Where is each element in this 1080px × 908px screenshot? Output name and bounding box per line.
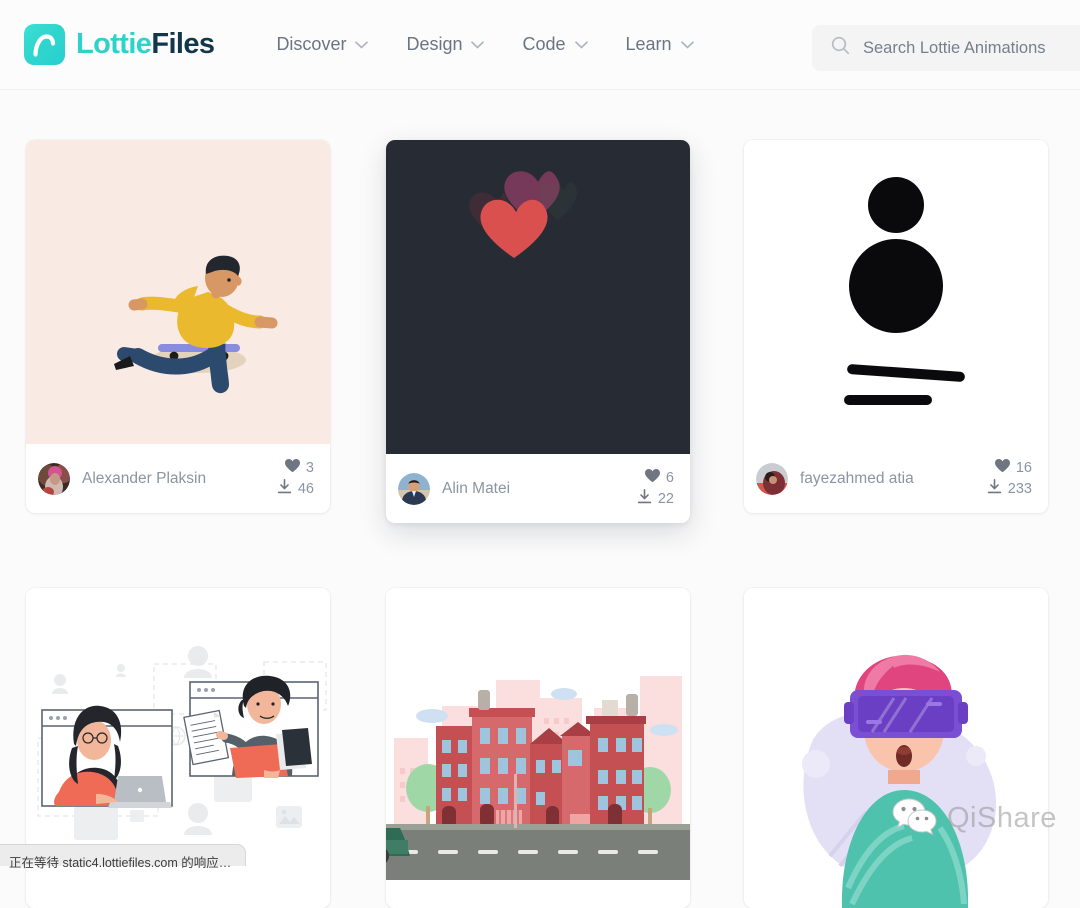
brand-logo[interactable]: LottieFiles bbox=[24, 24, 214, 65]
nav-label: Learn bbox=[626, 34, 672, 55]
city-street-animation-thumbnail[interactable] bbox=[386, 588, 690, 908]
nav-item-learn[interactable]: Learn bbox=[626, 34, 694, 55]
downloads-count: 46 bbox=[298, 481, 314, 497]
download-icon bbox=[987, 479, 1002, 499]
status-text: 正在等待 static4.lottiefiles.com 的响应… bbox=[9, 852, 231, 871]
avatar[interactable] bbox=[38, 463, 70, 495]
likes-count: 16 bbox=[1016, 460, 1032, 476]
balancing-shapes-animation-thumbnail[interactable] bbox=[744, 140, 1048, 444]
heart-icon bbox=[995, 459, 1010, 478]
download-icon bbox=[637, 489, 652, 509]
site-header: LottieFiles Discover Design Code Learn bbox=[0, 0, 1080, 90]
animation-card[interactable]: Alin Matei 6 22 bbox=[386, 140, 690, 523]
nav-item-discover[interactable]: Discover bbox=[276, 34, 368, 55]
downloads-count: 22 bbox=[658, 491, 674, 507]
downloads-stat: 46 bbox=[277, 479, 314, 500]
download-icon bbox=[277, 479, 292, 499]
brand-name-part2: Files bbox=[151, 28, 214, 60]
avatar[interactable] bbox=[398, 473, 430, 505]
chevron-down-icon bbox=[575, 36, 588, 54]
card-stats: 6 22 bbox=[637, 468, 674, 510]
search-bar[interactable] bbox=[812, 25, 1080, 71]
heart-icon bbox=[285, 459, 300, 478]
nav-item-code[interactable]: Code bbox=[522, 34, 587, 55]
author-name[interactable]: fayezahmed atia bbox=[800, 470, 914, 488]
nav-label: Design bbox=[406, 34, 462, 55]
heart-icon bbox=[645, 469, 660, 488]
brand-name: LottieFiles bbox=[76, 28, 214, 61]
skateboarder-animation-thumbnail[interactable] bbox=[26, 140, 330, 444]
card-meta: Alin Matei 6 22 bbox=[386, 454, 690, 523]
card-meta: Alexander Plaksin 3 46 bbox=[26, 444, 330, 513]
main-navigation: Discover Design Code Learn bbox=[276, 34, 731, 55]
animation-card[interactable]: Alexander Plaksin 3 46 bbox=[26, 140, 330, 513]
card-stats: 3 46 bbox=[277, 458, 314, 500]
likes-count: 6 bbox=[666, 470, 674, 486]
likes-stat: 6 bbox=[637, 468, 674, 489]
nav-label: Discover bbox=[276, 34, 346, 55]
hearts-animation-thumbnail[interactable] bbox=[386, 140, 690, 454]
brand-name-part1: Lottie bbox=[76, 28, 151, 60]
likes-stat: 16 bbox=[987, 458, 1032, 479]
author-name[interactable]: Alin Matei bbox=[442, 480, 510, 498]
animation-card[interactable] bbox=[744, 588, 1048, 908]
chevron-down-icon bbox=[355, 36, 368, 54]
downloads-stat: 22 bbox=[637, 489, 674, 510]
card-meta: fayezahmed atia 16 233 bbox=[744, 444, 1048, 513]
likes-stat: 3 bbox=[277, 458, 314, 479]
nav-item-design[interactable]: Design bbox=[406, 34, 484, 55]
downloads-count: 233 bbox=[1008, 481, 1032, 497]
nav-label: Code bbox=[522, 34, 565, 55]
search-icon bbox=[831, 36, 850, 60]
vr-headset-person-animation-thumbnail[interactable] bbox=[744, 588, 1048, 908]
lottiefiles-logo-icon bbox=[24, 24, 65, 65]
animation-card[interactable]: fayezahmed atia 16 233 bbox=[744, 140, 1048, 513]
card-stats: 16 233 bbox=[987, 458, 1032, 500]
likes-count: 3 bbox=[306, 460, 314, 476]
browser-status-bar: 正在等待 static4.lottiefiles.com 的响应… bbox=[0, 844, 246, 866]
downloads-stat: 233 bbox=[987, 479, 1032, 500]
search-input[interactable] bbox=[863, 39, 1080, 58]
animation-card[interactable] bbox=[386, 588, 690, 908]
chevron-down-icon bbox=[471, 36, 484, 54]
author-name[interactable]: Alexander Plaksin bbox=[82, 470, 206, 488]
avatar[interactable] bbox=[756, 463, 788, 495]
chevron-down-icon bbox=[681, 36, 694, 54]
